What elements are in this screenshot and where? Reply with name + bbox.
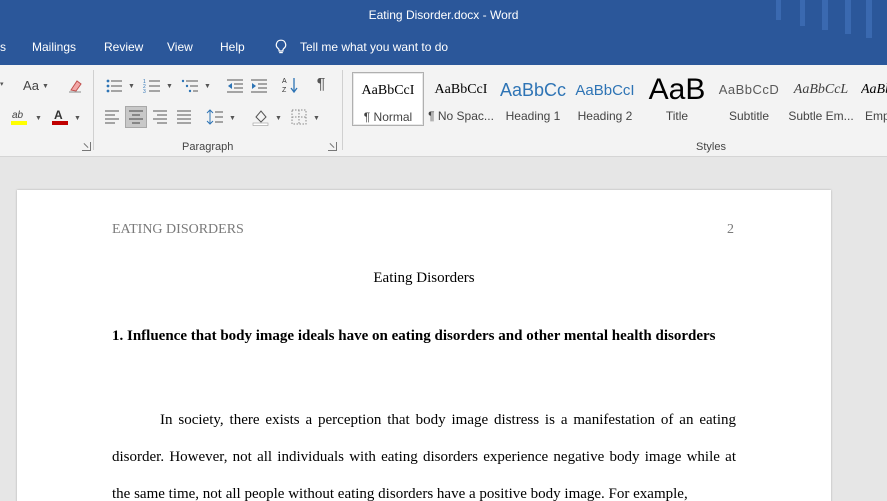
tab-view[interactable]: View bbox=[167, 40, 193, 54]
style-sample: AaBbCcD bbox=[718, 82, 780, 97]
ribbon: ▾ Aa ▼ ab ▼ A ▼ ▼ 123 ▼ ▼ AZ ¶ ▼ ▼ ▼ Par… bbox=[0, 65, 887, 157]
justify-icon[interactable] bbox=[173, 106, 195, 128]
svg-text:A: A bbox=[282, 78, 287, 85]
bullets-icon[interactable] bbox=[103, 75, 125, 97]
decrease-indent-icon[interactable] bbox=[224, 75, 246, 97]
style-name: ¶ No Spac... bbox=[428, 109, 494, 123]
chevron-down-icon[interactable]: ▼ bbox=[128, 83, 135, 90]
body-paragraph: In society, there exists a perception th… bbox=[112, 412, 736, 501]
sort-icon[interactable]: AZ bbox=[280, 74, 302, 96]
increase-indent-icon[interactable] bbox=[248, 75, 270, 97]
style-sample: AaB bbox=[648, 73, 706, 106]
style-no-spacing[interactable]: AaBbCcI ¶ No Spac... bbox=[425, 72, 497, 126]
chevron-down-icon[interactable]: ▼ bbox=[74, 115, 81, 122]
style-name: Subtle Em... bbox=[788, 109, 854, 123]
font-dialog-launcher[interactable] bbox=[82, 142, 91, 151]
style-sample: AaBbCcI bbox=[361, 83, 415, 98]
chevron-down-icon[interactable]: ▼ bbox=[42, 83, 49, 90]
styles-group-label: Styles bbox=[696, 141, 726, 153]
chevron-down-icon[interactable]: ▼ bbox=[166, 83, 173, 90]
align-center-icon[interactable] bbox=[125, 106, 147, 128]
document-title: Eating Disorders bbox=[373, 270, 475, 286]
tell-me-label: Tell me what you want to do bbox=[300, 40, 449, 54]
tab-partial[interactable]: s bbox=[0, 40, 6, 54]
chevron-down-icon[interactable]: ▼ bbox=[275, 115, 282, 122]
align-right-icon[interactable] bbox=[149, 106, 171, 128]
title-bar: Eating Disorder.docx - Word s Mailings R… bbox=[0, 0, 887, 65]
numbering-icon[interactable]: 123 bbox=[141, 75, 163, 97]
style-normal[interactable]: AaBbCcI ¶ Normal bbox=[352, 72, 424, 126]
style-name: Emp bbox=[865, 109, 887, 123]
group-separator bbox=[93, 70, 94, 150]
style-name: Subtitle bbox=[728, 109, 770, 123]
style-sample: AaBbCcL bbox=[793, 82, 849, 97]
page-number: 2 bbox=[727, 222, 734, 237]
style-name: Heading 2 bbox=[577, 109, 633, 123]
chevron-down-icon[interactable]: ▼ bbox=[229, 115, 236, 122]
window-title: Eating Disorder.docx - Word bbox=[368, 8, 519, 22]
chevron-down-icon[interactable]: ▼ bbox=[313, 115, 320, 122]
style-subtle-emphasis[interactable]: AaBbCcL Subtle Em... bbox=[785, 72, 857, 126]
lightbulb-icon bbox=[275, 39, 287, 54]
clear-formatting-icon[interactable] bbox=[64, 75, 86, 97]
text-highlight-icon[interactable]: ab bbox=[9, 106, 31, 128]
style-sample: AaBbCc bbox=[499, 80, 567, 100]
tab-mailings[interactable]: Mailings bbox=[32, 40, 76, 54]
style-sample: AaBbCcI bbox=[434, 82, 488, 97]
svg-text:A: A bbox=[54, 108, 63, 122]
style-sample: AaBb bbox=[861, 82, 887, 97]
paragraph-dialog-launcher[interactable] bbox=[328, 142, 337, 151]
line-spacing-icon[interactable] bbox=[204, 106, 226, 128]
change-case-button[interactable]: Aa bbox=[21, 74, 41, 96]
font-size-dropdown-edge[interactable]: ▾ bbox=[0, 73, 10, 95]
style-title[interactable]: AaB Title bbox=[641, 72, 713, 126]
style-name: Title bbox=[665, 109, 689, 123]
running-header: EATING DISORDERS bbox=[112, 222, 244, 237]
svg-text:Z: Z bbox=[282, 87, 287, 94]
section-heading: 1. Influence that body image ideals have… bbox=[112, 328, 716, 344]
svg-text:3: 3 bbox=[143, 89, 146, 94]
paragraph-group-label: Paragraph bbox=[182, 141, 234, 153]
style-emphasis[interactable]: AaBb Emp bbox=[857, 72, 887, 126]
style-sample: AaBbCcI bbox=[575, 82, 635, 99]
svg-text:ab: ab bbox=[12, 110, 24, 121]
tab-help[interactable]: Help bbox=[220, 40, 245, 54]
chevron-down-icon[interactable]: ▼ bbox=[204, 83, 211, 90]
group-separator bbox=[342, 70, 343, 150]
chevron-down-icon[interactable]: ▼ bbox=[35, 115, 42, 122]
style-heading-2[interactable]: AaBbCcI Heading 2 bbox=[569, 72, 641, 126]
document-page[interactable]: EATING DISORDERS 2 Eating Disorders 1. I… bbox=[17, 190, 831, 501]
style-name: Heading 1 bbox=[505, 109, 561, 123]
style-name: ¶ Normal bbox=[363, 110, 413, 124]
change-case-label: Aa bbox=[23, 77, 39, 93]
style-subtitle[interactable]: AaBbCcD Subtitle bbox=[713, 72, 785, 126]
multilevel-list-icon[interactable] bbox=[179, 75, 201, 97]
align-left-icon[interactable] bbox=[101, 106, 123, 128]
show-formatting-marks-icon[interactable]: ¶ bbox=[310, 74, 332, 96]
shading-icon[interactable] bbox=[250, 106, 272, 128]
tab-review[interactable]: Review bbox=[104, 40, 143, 54]
borders-icon[interactable] bbox=[288, 106, 310, 128]
font-color-icon[interactable]: A bbox=[49, 106, 71, 128]
style-heading-1[interactable]: AaBbCc Heading 1 bbox=[497, 72, 569, 126]
